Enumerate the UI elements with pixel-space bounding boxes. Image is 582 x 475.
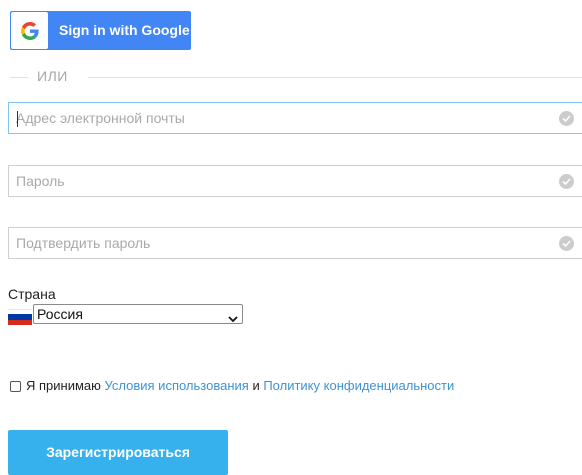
confirm-password-field[interactable] <box>9 228 556 258</box>
terms-prefix: Я принимаю <box>26 378 101 393</box>
email-field[interactable] <box>9 103 556 133</box>
russia-flag-icon <box>8 309 32 325</box>
google-sign-in-label: Sign in with Google <box>59 22 190 38</box>
password-field-container <box>8 165 582 197</box>
google-g-icon <box>11 12 48 49</box>
terms-checkbox[interactable] <box>10 381 21 392</box>
register-button[interactable]: Зарегистрироваться <box>8 430 228 475</box>
signup-form: Sign in with Google ИЛИ Страна Россия <box>0 0 582 475</box>
or-divider: ИЛИ <box>10 67 582 87</box>
or-text: ИЛИ <box>37 68 68 84</box>
terms-row: Я принимаю Условия использования и Полит… <box>10 378 454 393</box>
terms-conjunction: и <box>252 378 260 393</box>
email-check-icon <box>559 111 574 126</box>
terms-of-use-link[interactable]: Условия использования <box>105 378 249 393</box>
password-field[interactable] <box>9 166 556 196</box>
confirm-password-field-container <box>8 227 582 259</box>
chevron-down-icon <box>228 310 238 328</box>
google-sign-in-button[interactable]: Sign in with Google <box>10 11 191 50</box>
country-select[interactable]: Россия <box>33 304 243 324</box>
confirm-password-check-icon <box>559 236 574 251</box>
divider-line-left <box>10 77 28 78</box>
country-label: Страна <box>8 286 56 302</box>
email-field-container <box>8 102 582 134</box>
privacy-policy-link[interactable]: Политику конфиденциальности <box>263 378 454 393</box>
text-caret <box>17 111 18 127</box>
password-check-icon <box>559 174 574 189</box>
divider-line-right <box>88 77 582 78</box>
country-selected-value: Россия <box>37 306 83 322</box>
